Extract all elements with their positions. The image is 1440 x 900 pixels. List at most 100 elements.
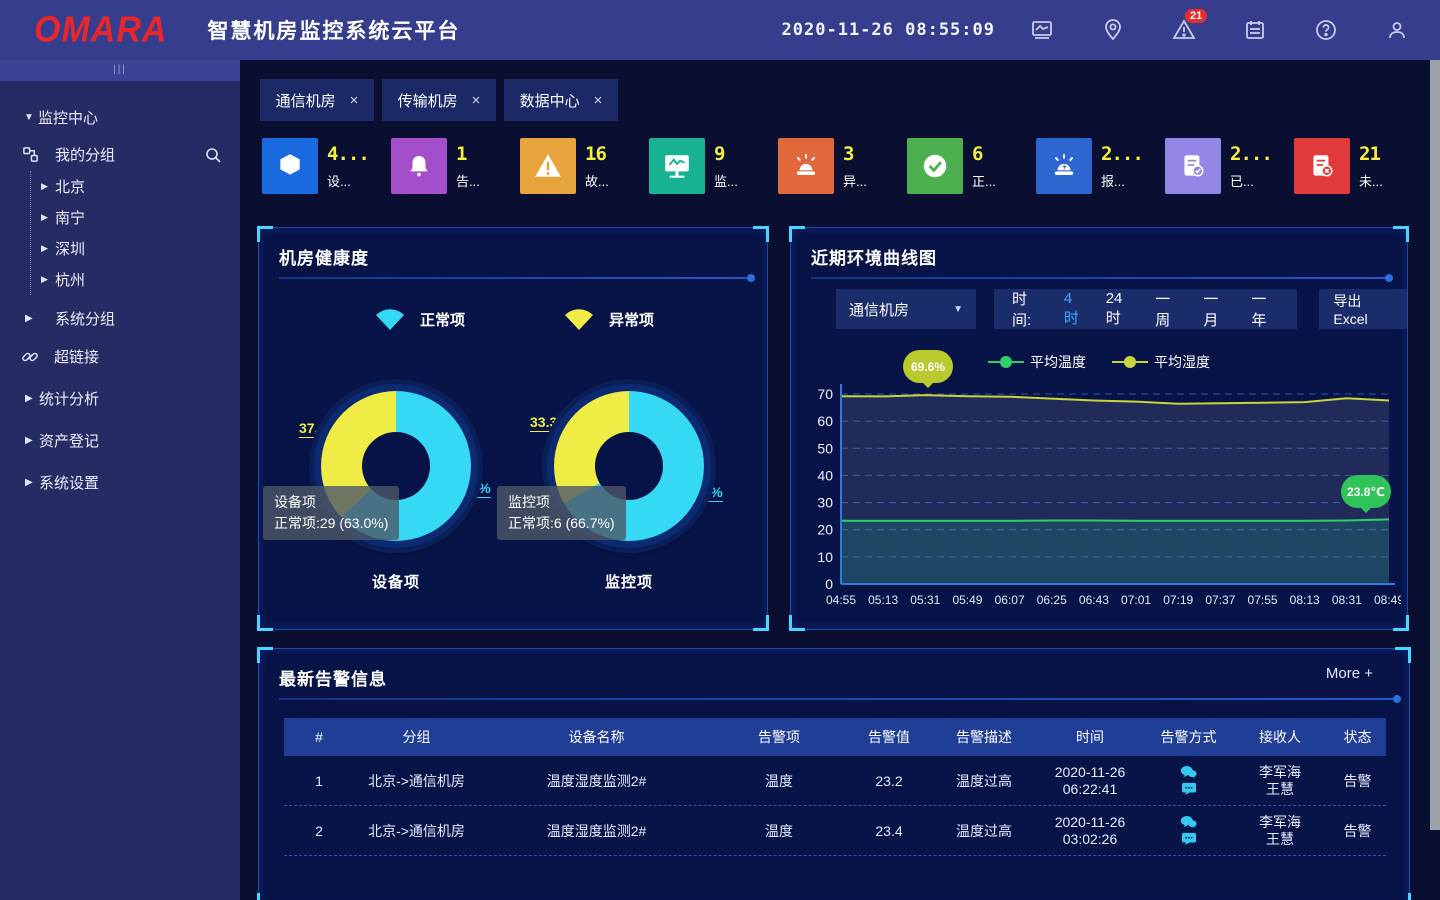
top-header: OMARA 智慧机房监控系统云平台 2020-11-26 08:55:09 21 bbox=[0, 0, 1440, 60]
stat-normal[interactable]: 6正... bbox=[907, 138, 1036, 194]
user-icon[interactable] bbox=[1384, 17, 1410, 43]
close-icon[interactable]: × bbox=[594, 92, 603, 109]
trend-monitor-icon[interactable] bbox=[1029, 17, 1055, 43]
sidebar-collapse-handle[interactable]: ||| bbox=[0, 60, 240, 81]
link-icon bbox=[21, 348, 39, 366]
svg-text:07:37: 07:37 bbox=[1205, 593, 1235, 607]
svg-text:0: 0 bbox=[825, 576, 833, 592]
svg-text:05:31: 05:31 bbox=[910, 593, 940, 607]
fan-normal-icon bbox=[372, 308, 408, 330]
help-icon[interactable] bbox=[1313, 17, 1339, 43]
alert-triangle-icon[interactable]: 21 bbox=[1171, 17, 1197, 43]
svg-text:07:01: 07:01 bbox=[1121, 593, 1151, 607]
chevron-right-icon: ▶ bbox=[25, 393, 39, 404]
svg-text:06:07: 06:07 bbox=[995, 593, 1025, 607]
stat-devices[interactable]: 4...设... bbox=[262, 138, 391, 194]
alarms-panel-title: 最新告警信息 bbox=[279, 665, 387, 690]
svg-text:07:19: 07:19 bbox=[1163, 593, 1193, 607]
sidebar-item-monitor-center[interactable]: ▼ 监控中心 bbox=[0, 101, 240, 134]
sidebar-item-system-group[interactable]: ▶ 系统分组 bbox=[0, 302, 240, 335]
sidebar-item-asset-register[interactable]: ▶ 资产登记 bbox=[0, 424, 240, 457]
wechat-icon bbox=[1180, 815, 1197, 829]
stats-row: 4...设... 1告... 16故... 9监... bbox=[262, 138, 1420, 194]
dashboard: OMARA 智慧机房监控系统云平台 2020-11-26 08:55:09 21 bbox=[0, 0, 1440, 900]
group-tree: ▶北京 ▶南宁 ▶深圳 ▶杭州 bbox=[30, 171, 240, 295]
table-row[interactable]: 1 北京->通信机房 温度湿度监测2# 温度 23.2 温度过高 2020-11… bbox=[284, 756, 1386, 806]
alarm-light-icon bbox=[1036, 138, 1092, 194]
svg-text:50: 50 bbox=[817, 440, 833, 456]
humidity-series-icon bbox=[1112, 356, 1148, 368]
sms-icon bbox=[1181, 832, 1197, 846]
temperature-marker: 23.8℃ bbox=[1341, 475, 1391, 508]
stat-monitors[interactable]: 9监... bbox=[649, 138, 778, 194]
stat-reported[interactable]: 2...报... bbox=[1036, 138, 1165, 194]
sidebar-item-hangzhou[interactable]: ▶杭州 bbox=[31, 264, 240, 295]
calendar-icon[interactable] bbox=[1242, 17, 1268, 43]
warning-icon bbox=[520, 138, 576, 194]
time-option-year[interactable]: 一年 bbox=[1251, 288, 1279, 330]
svg-text:70: 70 bbox=[817, 386, 833, 402]
legend-abnormal[interactable]: 异常项 bbox=[561, 308, 654, 330]
fan-abnormal-icon bbox=[561, 308, 597, 330]
stat-unhandled[interactable]: 21未... bbox=[1294, 138, 1423, 194]
sidebar-item-stats-analysis[interactable]: ▶ 统计分析 bbox=[0, 382, 240, 415]
alert-count-badge: 21 bbox=[1185, 9, 1207, 23]
table-header-row: #分组 设备名称告警项 告警值告警描述 时间告警方式 接收人状态 bbox=[284, 718, 1386, 756]
sms-icon bbox=[1181, 782, 1197, 796]
health-panel: 机房健康度 正常项 异常项 37.0% 63.0% 33.3% 66.7% 设备… bbox=[258, 227, 768, 630]
legend-avg-temperature[interactable]: 平均温度 bbox=[988, 352, 1086, 372]
sidebar: ||| ▼ 监控中心 我的分组 ▶北京 ▶南宁 ▶深圳 ▶杭州 ▶ 系统分组 bbox=[0, 60, 240, 900]
more-link[interactable]: More + bbox=[1326, 665, 1373, 682]
legend-avg-humidity[interactable]: 平均湿度 bbox=[1112, 352, 1210, 372]
svg-text:20: 20 bbox=[817, 522, 833, 538]
page-title: 智慧机房监控系统云平台 bbox=[207, 15, 460, 45]
main-content: 通信机房 × 传输机房 × 数据中心 × 4...设... bbox=[240, 60, 1440, 900]
doc-error-icon bbox=[1294, 138, 1350, 194]
alarms-panel: 最新告警信息 More + #分组 设备名称告警项 告警值告警描述 时间告警方式… bbox=[258, 648, 1410, 900]
stat-alerts[interactable]: 1告... bbox=[391, 138, 520, 194]
time-label: 时间: bbox=[1012, 288, 1044, 330]
time-option-week[interactable]: 一周 bbox=[1155, 288, 1183, 330]
time-option-month[interactable]: 一月 bbox=[1203, 288, 1231, 330]
environment-line-chart[interactable]: 01020304050607004:5505:1305:3105:4906:07… bbox=[801, 378, 1401, 628]
tab-data-center[interactable]: 数据中心 × bbox=[504, 79, 618, 121]
siren-icon bbox=[778, 138, 834, 194]
sidebar-item-beijing[interactable]: ▶北京 bbox=[31, 171, 240, 202]
sidebar-item-hyperlink[interactable]: 超链接 bbox=[0, 340, 240, 373]
close-icon[interactable]: × bbox=[472, 92, 481, 109]
svg-text:05:13: 05:13 bbox=[868, 593, 898, 607]
doc-check-icon bbox=[1165, 138, 1221, 194]
search-icon[interactable] bbox=[204, 146, 222, 164]
temperature-series-icon bbox=[988, 356, 1024, 368]
sidebar-item-my-groups[interactable]: 我的分组 bbox=[0, 138, 240, 171]
sidebar-item-shenzhen[interactable]: ▶深圳 bbox=[31, 233, 240, 264]
export-excel-button[interactable]: 导出Excel bbox=[1319, 289, 1407, 329]
tab-transmission-room[interactable]: 传输机房 × bbox=[382, 79, 496, 121]
scrollbar[interactable] bbox=[1430, 60, 1440, 830]
chevron-down-icon: ▼ bbox=[24, 112, 38, 123]
bell-icon bbox=[391, 138, 447, 194]
table-row[interactable]: 2 北京->通信机房 温度湿度监测2# 温度 23.4 温度过高 2020-11… bbox=[284, 806, 1386, 856]
environment-panel: 近期环境曲线图 通信机房 ▼ 时间: 4时 24时 一周 一月 一年 导出Exc… bbox=[790, 227, 1408, 630]
sidebar-item-system-settings[interactable]: ▶ 系统设置 bbox=[0, 466, 240, 499]
time-option-4h[interactable]: 4时 bbox=[1064, 290, 1086, 328]
dropdown-caret-icon: ▼ bbox=[953, 304, 963, 315]
time-option-24h[interactable]: 24时 bbox=[1106, 290, 1136, 328]
close-icon[interactable]: × bbox=[350, 92, 359, 109]
chevron-right-icon: ▶ bbox=[41, 243, 55, 254]
tab-comm-room[interactable]: 通信机房 × bbox=[260, 79, 374, 121]
stat-faults[interactable]: 16故... bbox=[520, 138, 649, 194]
room-select[interactable]: 通信机房 ▼ bbox=[836, 289, 976, 329]
stat-handled[interactable]: 2...已... bbox=[1165, 138, 1294, 194]
chevron-right-icon: ▶ bbox=[41, 181, 55, 192]
humidity-marker: 69.6% bbox=[903, 350, 953, 383]
alarms-table: #分组 设备名称告警项 告警值告警描述 时间告警方式 接收人状态 1 北京->通… bbox=[284, 718, 1386, 856]
sidebar-item-nanning[interactable]: ▶南宁 bbox=[31, 202, 240, 233]
stat-abnormal[interactable]: 3异... bbox=[778, 138, 907, 194]
wechat-icon bbox=[1180, 765, 1197, 779]
datetime-clock: 2020-11-26 08:55:09 bbox=[782, 20, 995, 40]
svg-text:60: 60 bbox=[817, 413, 833, 429]
legend-normal[interactable]: 正常项 bbox=[372, 308, 465, 330]
location-icon[interactable] bbox=[1100, 17, 1126, 43]
svg-text:04:55: 04:55 bbox=[826, 593, 856, 607]
